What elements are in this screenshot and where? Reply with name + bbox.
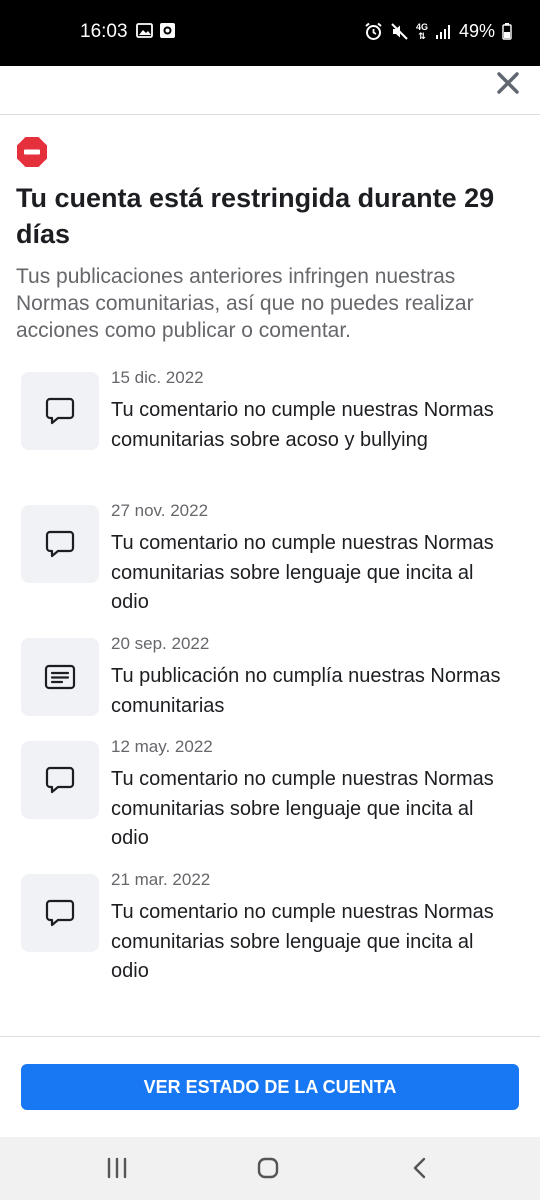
page-subtitle: Tus publicaciones anteriores infringen n… bbox=[16, 265, 474, 342]
recent-apps-icon[interactable] bbox=[97, 1153, 137, 1183]
restriction-icon bbox=[17, 137, 47, 167]
violation-icon-box bbox=[21, 505, 99, 583]
violation-date: 27 nov. 2022 bbox=[111, 501, 209, 520]
close-icon[interactable] bbox=[495, 70, 521, 96]
violation-text: Tu comentario no cumple nuestras Normas … bbox=[111, 768, 494, 849]
top-bar bbox=[0, 66, 540, 115]
comment-icon bbox=[45, 397, 75, 425]
violation-icon-box bbox=[21, 741, 99, 819]
violation-text: Tu publicación no cumplía nuestras Norma… bbox=[111, 665, 501, 717]
status-bar: 16:03 4G ⇅ 49% bbox=[0, 0, 540, 66]
system-indicators: 4G ⇅ 49% bbox=[364, 21, 512, 42]
violation-icon-box bbox=[21, 874, 99, 952]
battery-icon bbox=[502, 23, 512, 40]
gallery-icon bbox=[136, 23, 153, 38]
app-notification-icon bbox=[160, 23, 175, 38]
comment-icon bbox=[45, 899, 75, 927]
back-icon[interactable] bbox=[400, 1153, 440, 1183]
signal-icon bbox=[435, 24, 450, 39]
violation-date: 15 dic. 2022 bbox=[111, 368, 204, 387]
notification-icons bbox=[136, 22, 176, 39]
view-account-status-button[interactable]: VER ESTADO DE LA CUENTA bbox=[21, 1064, 519, 1110]
network-type: 4G ⇅ bbox=[415, 21, 428, 41]
status-time: 16:03 bbox=[80, 21, 128, 42]
violation-date: 12 may. 2022 bbox=[111, 737, 213, 756]
home-icon[interactable] bbox=[248, 1153, 288, 1183]
violation-text: Tu comentario no cumple nuestras Normas … bbox=[111, 399, 494, 451]
battery-percent: 49% bbox=[458, 21, 495, 41]
post-icon bbox=[44, 664, 76, 690]
page-title: Tu cuenta está restringida durante 29 dí… bbox=[16, 183, 495, 249]
violation-date: 21 mar. 2022 bbox=[111, 870, 211, 889]
comment-icon bbox=[45, 766, 75, 794]
violation-date: 20 sep. 2022 bbox=[111, 634, 210, 653]
comment-icon bbox=[45, 530, 75, 558]
system-nav-bar bbox=[0, 1137, 540, 1200]
alarm-icon bbox=[365, 22, 382, 40]
violation-icon-box bbox=[21, 638, 99, 716]
mute-icon bbox=[391, 23, 408, 40]
violation-icon-box bbox=[21, 372, 99, 450]
violation-text: Tu comentario no cumple nuestras Normas … bbox=[111, 901, 494, 982]
network-label: 4G bbox=[415, 21, 428, 32]
footer-divider bbox=[0, 1036, 540, 1037]
violation-text: Tu comentario no cumple nuestras Normas … bbox=[111, 532, 494, 613]
